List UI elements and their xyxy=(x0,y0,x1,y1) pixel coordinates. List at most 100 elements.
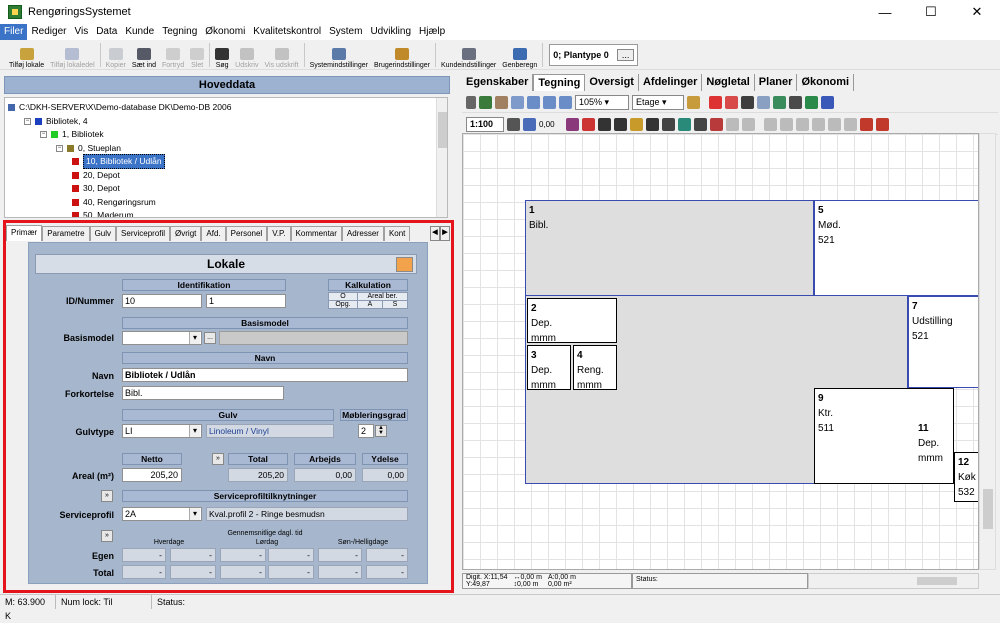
layer-icon[interactable] xyxy=(687,96,700,109)
node2-icon[interactable] xyxy=(779,118,793,131)
right-tab-5[interactable]: Planer xyxy=(755,74,798,91)
menu-10[interactable]: Hjælp xyxy=(415,24,449,40)
right-tab-2[interactable]: Oversigt xyxy=(585,74,639,91)
room-1[interactable]: 1 Bibl. xyxy=(525,200,814,296)
add-room-button[interactable]: Tilføj lokale xyxy=(6,41,47,69)
right-tab-4[interactable]: Nøgletal xyxy=(702,74,755,91)
zoom-out-icon[interactable] xyxy=(543,96,556,109)
room-7[interactable]: 7 Udstilling 521 xyxy=(908,296,978,388)
tree-node[interactable]: C:\DKH-SERVER\X\Demo-database DK\Demo-DB… xyxy=(8,101,231,114)
copy-room-icon[interactable] xyxy=(725,96,738,109)
hatch-icon[interactable] xyxy=(757,96,770,109)
tree-node[interactable]: 10, Bibliotek / Udlån xyxy=(72,154,165,169)
expand-toggle-icon[interactable]: − xyxy=(40,131,47,138)
node-icon[interactable] xyxy=(763,118,777,131)
move-icon[interactable] xyxy=(709,96,722,109)
room-5[interactable]: 5 Mød. 521 xyxy=(814,200,978,296)
mirror-icon[interactable] xyxy=(875,118,889,131)
room-12[interactable]: 12 Køk 532 xyxy=(954,452,978,502)
zoom-select[interactable]: 105% ▾ xyxy=(575,95,629,110)
canvas-vscroll[interactable] xyxy=(979,133,996,570)
right-tab-6[interactable]: Økonomi xyxy=(797,74,855,91)
recalculate-button[interactable]: Genberegn xyxy=(499,41,540,69)
menu-0[interactable]: Filer xyxy=(0,24,28,40)
flip-icon[interactable] xyxy=(859,118,873,131)
delete-button[interactable]: Slet xyxy=(187,41,207,69)
tree-node[interactable]: 30, Depot xyxy=(72,182,120,195)
print-drawing-icon[interactable] xyxy=(789,96,802,109)
zoom-fit-icon[interactable] xyxy=(559,96,572,109)
hand-icon[interactable] xyxy=(495,96,508,109)
menu-6[interactable]: Økonomi xyxy=(201,24,249,40)
find-room-icon[interactable] xyxy=(821,96,834,109)
symbol4-icon[interactable] xyxy=(677,118,691,131)
scale-select[interactable]: 1:100 ▾ xyxy=(466,117,504,142)
room-2[interactable]: 2 Dep. mmm xyxy=(527,298,617,343)
symbol7-icon[interactable] xyxy=(725,118,739,131)
label2-icon[interactable] xyxy=(613,118,627,131)
zoom-in-icon[interactable] xyxy=(527,96,540,109)
expand-toggle-icon[interactable]: − xyxy=(24,117,31,125)
right-tab-0[interactable]: Egenskaber xyxy=(462,74,534,91)
menu-9[interactable]: Udvikling xyxy=(366,24,415,40)
expand-toggle-icon[interactable]: − xyxy=(56,144,63,152)
grid-icon[interactable] xyxy=(773,96,786,109)
symbol-icon[interactable] xyxy=(629,118,643,131)
symbol5-icon[interactable] xyxy=(693,118,707,131)
line-color-icon[interactable] xyxy=(523,118,536,131)
draw-icon[interactable] xyxy=(479,96,492,109)
align-icon[interactable] xyxy=(565,118,579,131)
menu-2[interactable]: Vis xyxy=(70,24,92,40)
close-button[interactable]: ✕ xyxy=(954,0,1000,24)
tree-node[interactable]: 50, Møderum xyxy=(72,209,134,217)
symbol8-icon[interactable] xyxy=(741,118,755,131)
pointer-icon[interactable] xyxy=(466,96,476,109)
close-shape-icon[interactable] xyxy=(827,118,841,131)
drawing-canvas[interactable]: 1 Bibl. 5 Mød. 521 2 Dep. mmm 7 Udstilling 521 … xyxy=(462,133,979,570)
room-split-icon[interactable] xyxy=(741,96,754,109)
room-4[interactable]: 4 Reng. mmm xyxy=(573,345,617,390)
tree-node[interactable]: 40, Rengøringsrum xyxy=(72,196,156,209)
symbol6-icon[interactable] xyxy=(709,118,723,131)
line-style-icon[interactable] xyxy=(507,118,520,131)
customer-settings-button[interactable]: Kundeindstillinger xyxy=(438,41,499,69)
tree-scrollbar[interactable] xyxy=(436,98,447,217)
tree-node[interactable]: − 1, Bibliotek xyxy=(40,128,104,141)
pencil-icon[interactable] xyxy=(795,118,809,131)
system-settings-button[interactable]: Systemindstillinger xyxy=(307,41,371,69)
print-button[interactable]: Udskriv xyxy=(232,41,261,69)
right-tab-3[interactable]: Afdelinger xyxy=(639,74,703,91)
tree-node[interactable]: 20, Depot xyxy=(72,169,120,182)
print-preview-button[interactable]: Vis udskrift xyxy=(262,41,302,69)
binoculars-button[interactable]: Søg xyxy=(212,41,232,69)
minimize-button[interactable]: — xyxy=(862,0,908,24)
menu-8[interactable]: System xyxy=(325,24,366,40)
align-h-icon[interactable] xyxy=(581,118,595,131)
symbol3-icon[interactable] xyxy=(661,118,675,131)
zoom-window-icon[interactable] xyxy=(511,96,524,109)
menu-1[interactable]: Rediger xyxy=(27,24,70,40)
tree-node[interactable]: − Bibliotek, 4 xyxy=(24,115,88,128)
label-icon[interactable] xyxy=(597,118,611,131)
user-settings-button[interactable]: Brugerindstillinger xyxy=(371,41,433,69)
menu-5[interactable]: Tegning xyxy=(158,24,201,40)
rotate-icon[interactable] xyxy=(811,118,825,131)
menu-7[interactable]: Kvalitetskontrol xyxy=(249,24,325,40)
paste-button[interactable]: Sæt ind xyxy=(129,41,159,69)
level-select[interactable]: Etage ▾ xyxy=(632,95,684,110)
tree-node[interactable]: − 0, Stueplan xyxy=(56,142,121,155)
maximize-button[interactable]: ☐ xyxy=(908,0,954,24)
symbol2-icon[interactable] xyxy=(645,118,659,131)
plantype-more-button[interactable]: ... xyxy=(616,49,635,61)
canvas-hscroll[interactable] xyxy=(808,573,979,589)
copy-shape-icon[interactable] xyxy=(843,118,857,131)
undo-button[interactable]: Fortryd xyxy=(159,41,187,69)
right-tab-1[interactable]: Tegning xyxy=(533,74,586,91)
plantype-selector[interactable]: 0; Plantype 0... xyxy=(549,44,639,66)
room-3[interactable]: 3 Dep. mmm xyxy=(527,345,571,390)
menu-3[interactable]: Data xyxy=(92,24,121,40)
copy-button[interactable]: Kopier xyxy=(103,41,129,69)
menu-4[interactable]: Kunde xyxy=(121,24,158,40)
tree-view[interactable]: C:\DKH-SERVER\X\Demo-database DK\Demo-DB… xyxy=(4,97,448,218)
refresh-icon[interactable] xyxy=(805,96,818,109)
